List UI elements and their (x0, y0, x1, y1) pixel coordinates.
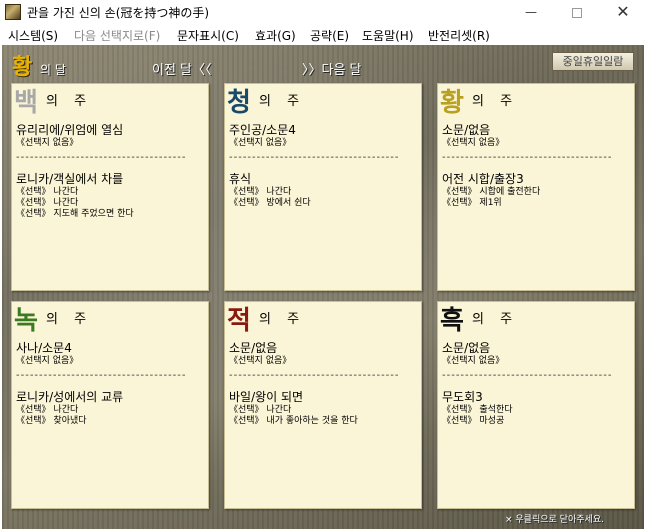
week-card: 청 의 주주인공/소문4 《선택지 없음》 ---------------------… (224, 83, 422, 291)
event-choice: 《선택지 없음》 (229, 356, 292, 366)
event-title: 로니카/성에서의 교류 (16, 390, 124, 404)
week-events: 소문/없음 《선택지 없음》 ---------------------------… (442, 122, 632, 209)
menu-system[interactable]: 시스템(S) (8, 27, 58, 44)
title-bar: 관을 가진 신의 손(冠を持つ神の手) — ✕ (0, 0, 646, 24)
week-card-header: 흑의 주 (438, 302, 634, 336)
week-name: 녹 (14, 306, 38, 336)
minimize-icon: — (525, 5, 537, 19)
event-title: 소문/없음 (442, 341, 491, 355)
event-choice: 《선택》 나간다 (229, 405, 292, 415)
week-card: 적 의 주소문/없음 《선택지 없음》 -----------------------… (224, 301, 422, 509)
week-name: 황 (440, 88, 464, 118)
event-divider: ------------------------------------- (16, 370, 187, 381)
week-card-header: 백의 주 (12, 84, 208, 118)
event-divider: ------------------------------------- (442, 152, 613, 163)
close-hint: × 우클릭으로 닫아주세요. (505, 515, 604, 525)
event-title: 사나/소문4 (16, 341, 72, 355)
month-suffix: 의 달 (40, 63, 66, 77)
close-button[interactable]: ✕ (600, 0, 646, 24)
event-choice: 《선택》 방에서 쉰다 (229, 198, 311, 208)
event-choice: 《선택》 나간다 (16, 198, 79, 208)
week-name: 흑 (440, 306, 464, 336)
menu-next-choice[interactable]: 다음 선택지로(F) (74, 27, 160, 44)
week-events: 주인공/소문4 《선택지 없음》 -------------------------… (229, 122, 419, 209)
app-icon (5, 4, 21, 20)
event-title: 유리리에/위엄에 열심 (16, 123, 124, 137)
week-suffix: 의 주 (472, 312, 519, 327)
event-divider: ------------------------------------- (229, 370, 400, 381)
event-choice: 《선택지 없음》 (16, 356, 79, 366)
week-suffix: 의 주 (46, 312, 93, 327)
event-title: 휴식 (229, 172, 252, 186)
week-card-header: 황의 주 (438, 84, 634, 118)
week-suffix: 의 주 (46, 94, 93, 109)
week-card: 백 의 주유리리에/위엄에 열심 《선택지 없음》 -----------------… (11, 83, 209, 291)
close-icon: ✕ (616, 2, 630, 21)
week-name: 백 (14, 88, 38, 118)
week-suffix: 의 주 (472, 94, 519, 109)
menu-help[interactable]: 도움말(H) (362, 27, 414, 44)
maximize-icon (572, 7, 582, 18)
menu-reverse-reset[interactable]: 반전리셋(R) (428, 27, 490, 44)
next-month-link[interactable]: 〉〉다음 달 (302, 59, 362, 78)
menu-effects[interactable]: 효과(G) (255, 27, 296, 44)
event-choice: 《선택지 없음》 (442, 356, 505, 366)
week-events: 소문/없음 《선택지 없음》 ---------------------------… (442, 340, 632, 427)
event-title: 어전 시합/출장3 (442, 172, 524, 186)
menu-walkthrough[interactable]: 공략(E) (310, 27, 349, 44)
event-choice: 《선택》 내가 좋아하는 것을 한다 (229, 416, 358, 426)
month-name: 황 (12, 54, 33, 80)
week-card: 녹 의 주사나/소문4 《선택지 없음》 ----------------------… (11, 301, 209, 509)
menu-bar: 시스템(S) 다음 선택지로(F) 문자표시(C) 효과(G) 공략(E) 도움… (0, 24, 646, 45)
event-divider: ------------------------------------- (16, 152, 187, 163)
event-choice: 《선택》 제1위 (442, 198, 502, 208)
event-title: 소문/없음 (442, 123, 491, 137)
event-choice: 《선택》 지도해 주었으면 한다 (16, 209, 134, 219)
maximize-button[interactable] (554, 0, 600, 24)
event-choice: 《선택》 마성공 (442, 416, 505, 426)
menu-text-display[interactable]: 문자표시(C) (177, 27, 239, 44)
event-choice: 《선택》 나간다 (16, 405, 79, 415)
week-card-header: 적의 주 (225, 302, 421, 336)
event-title: 소문/없음 (229, 341, 278, 355)
window-title: 관을 가진 신의 손(冠を持つ神の手) (27, 6, 210, 20)
event-choice: 《선택》 시합에 출전한다 (442, 187, 541, 197)
event-divider: ------------------------------------- (229, 152, 400, 163)
event-title: 로니카/객실에서 차를 (16, 172, 124, 186)
prev-month-link[interactable]: 이전 달〈〈 (152, 59, 212, 78)
week-events: 사나/소문4 《선택지 없음》 --------------------------… (16, 340, 206, 427)
week-card: 흑 의 주소문/없음 《선택지 없음》 -----------------------… (437, 301, 635, 509)
event-choice: 《선택지 없음》 (229, 138, 292, 148)
week-suffix: 의 주 (259, 312, 306, 327)
week-events: 소문/없음 《선택지 없음》 ---------------------------… (229, 340, 419, 427)
event-choice: 《선택지 없음》 (16, 138, 79, 148)
week-name: 적 (227, 306, 251, 336)
event-choice: 《선택》 나간다 (16, 187, 79, 197)
event-choice: 《선택지 없음》 (442, 138, 505, 148)
week-name: 청 (227, 88, 251, 118)
week-events: 유리리에/위엄에 열심 《선택지 없음》 ---------------------… (16, 122, 206, 220)
event-choice: 《선택》 출석한다 (442, 405, 513, 415)
week-card-header: 녹의 주 (12, 302, 208, 336)
minimize-button[interactable]: — (508, 0, 554, 24)
calendar-stage: 황 의 달 이전 달〈〈 〉〉다음 달 중일휴일일람 백의 주 유리리에/위엄에 … (2, 45, 644, 529)
event-divider: ------------------------------------- (442, 370, 613, 381)
event-title: 바일/왕이 되면 (229, 390, 304, 404)
holiday-list-button[interactable]: 중일휴일일람 (552, 52, 634, 71)
event-title: 주인공/소문4 (229, 123, 296, 137)
week-suffix: 의 주 (259, 94, 306, 109)
event-choice: 《선택》 찾아냈다 (16, 416, 87, 426)
event-title: 무도회3 (442, 390, 483, 404)
week-card: 황 의 주소문/없음 《선택지 없음》 -----------------------… (437, 83, 635, 291)
event-choice: 《선택》 나간다 (229, 187, 292, 197)
week-card-header: 청의 주 (225, 84, 421, 118)
